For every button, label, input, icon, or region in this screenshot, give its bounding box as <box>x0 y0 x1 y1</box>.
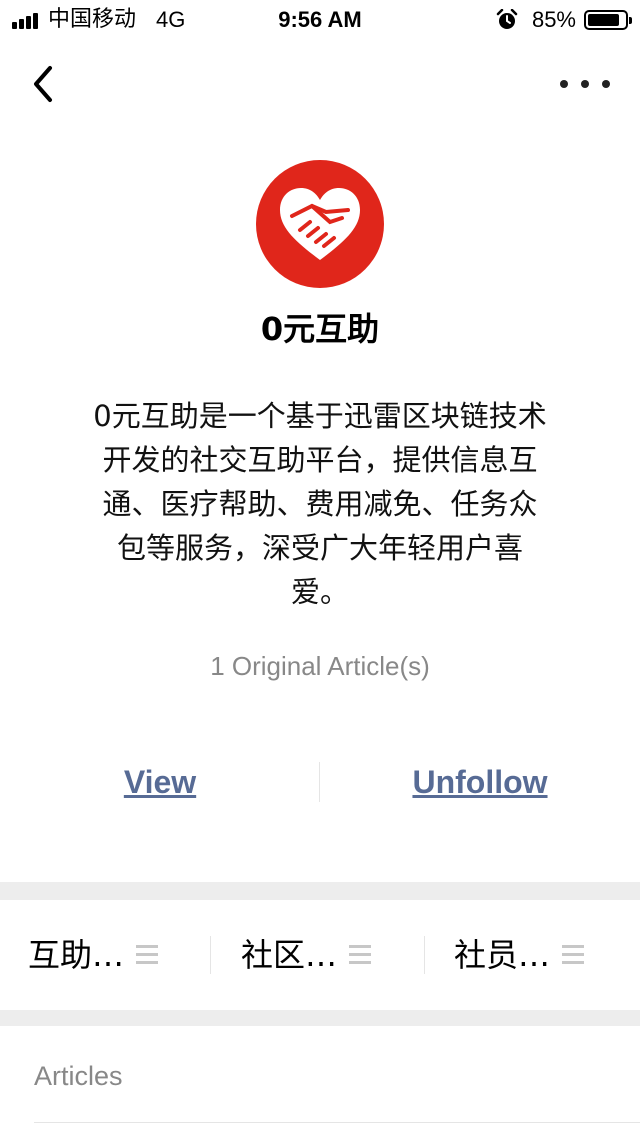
articles-title: Articles <box>34 1061 123 1091</box>
unfollow-button[interactable]: Unfollow <box>320 758 640 806</box>
menu-item-label: 社区… <box>241 936 338 974</box>
menu-item-label: 社员… <box>454 936 551 974</box>
account-avatar <box>256 160 384 288</box>
menu-divider <box>424 936 425 974</box>
articles-section: Articles <box>0 1026 640 1136</box>
menu-lines-icon <box>349 945 372 965</box>
menu-item-label: 互助… <box>28 936 125 974</box>
section-gap <box>0 882 640 900</box>
menu-item-3[interactable]: 社员… <box>454 900 585 1010</box>
menu-lines-icon <box>136 945 159 965</box>
more-icon[interactable] <box>560 72 610 96</box>
divider <box>34 1122 640 1123</box>
menu-item-1[interactable]: 互助… <box>28 900 159 1010</box>
view-button[interactable]: View <box>0 758 320 806</box>
account-description: 0元互助是一个基于迅雷区块链技术开发的社交互助平台，提供信息互通、医疗帮助、费用… <box>93 399 547 609</box>
menu-lines-icon <box>562 945 585 965</box>
battery-percent: 85% <box>531 7 576 32</box>
heart-handshake-icon <box>280 188 360 260</box>
status-right: 85% <box>496 6 632 34</box>
action-row: View Unfollow <box>0 758 640 806</box>
section-gap <box>0 1010 640 1026</box>
back-icon[interactable] <box>26 62 66 106</box>
battery-icon <box>584 10 632 30</box>
account-profile-screen: 中国移动 4G 9:56 AM 85% 0元互助 0元互助是一个基于迅雷区块链技… <box>0 0 640 1136</box>
article-count: 1 Original Article(s) <box>210 651 430 681</box>
account-menu-bar: 互助… 社区… 社员… <box>0 900 640 1010</box>
menu-divider <box>210 936 211 974</box>
status-bar: 中国移动 4G 9:56 AM 85% <box>0 0 640 40</box>
menu-item-2[interactable]: 社区… <box>241 900 372 1010</box>
account-name: 0元互助 <box>260 310 380 348</box>
alarm-clock-icon <box>496 9 518 29</box>
